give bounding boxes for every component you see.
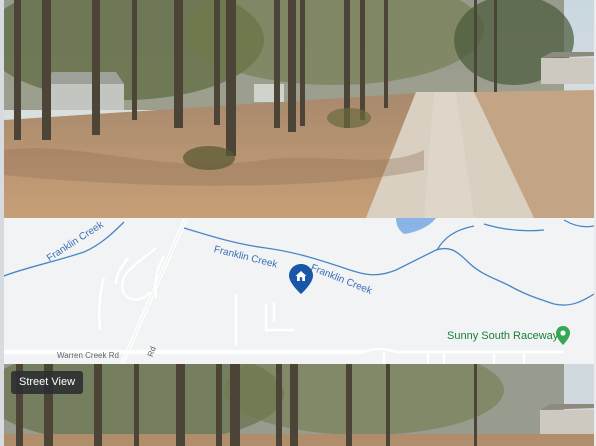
street-view-photo-top[interactable] bbox=[4, 0, 594, 218]
street-view-badge[interactable]: Street View bbox=[11, 371, 84, 394]
poi-label[interactable]: Sunny South Raceway bbox=[447, 330, 558, 342]
home-location-marker-icon[interactable] bbox=[289, 264, 313, 294]
street-view-scene bbox=[4, 0, 594, 218]
green-location-pin-icon[interactable] bbox=[556, 326, 570, 345]
street-view-scene bbox=[4, 364, 594, 446]
map-label-road: Warren Creek Rd bbox=[57, 351, 119, 360]
street-view-photo-bottom[interactable] bbox=[4, 364, 594, 446]
